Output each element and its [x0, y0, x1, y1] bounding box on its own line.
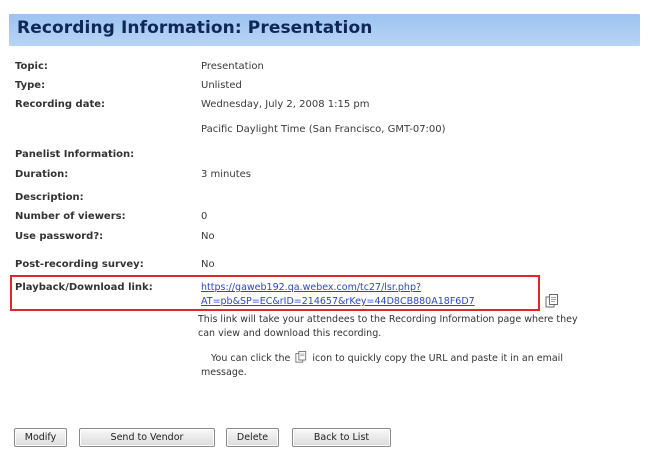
use-password-value: No	[201, 231, 215, 242]
page-title: Recording Information: Presentation	[17, 18, 373, 38]
viewers-label: Number of viewers:	[15, 211, 126, 222]
topic-row: Topic: Presentation	[15, 60, 645, 78]
copy-icon-inline	[295, 351, 307, 363]
panelist-info-label: Panelist Information:	[15, 149, 135, 160]
modify-button[interactable]: Modify	[14, 428, 67, 447]
use-password-label: Use password?:	[15, 231, 104, 242]
description-label: Description:	[15, 192, 84, 203]
recording-date-value: Wednesday, July 2, 2008 1:15 pm	[201, 99, 370, 110]
playback-link-line1[interactable]: https://gaweb192.qa.webex.com/tc27/lsr.p…	[201, 281, 421, 294]
viewers-value: 0	[201, 211, 208, 222]
topic-label: Topic:	[15, 61, 48, 72]
duration-label: Duration:	[15, 169, 69, 180]
recording-date-row: Recording date: Wednesday, July 2, 2008 …	[15, 98, 645, 116]
page-header: Recording Information: Presentation	[9, 14, 640, 46]
info-text-line2: can view and download this recording.	[198, 328, 382, 339]
copy-tip-line1: You can click the icon to quickly copy t…	[211, 351, 563, 365]
playback-link-line2[interactable]: AT=pb&SP=EC&rID=214657&rKey=44D8CB880A18…	[201, 295, 475, 308]
recording-date-label: Recording date:	[15, 99, 106, 110]
copy-url-icon[interactable]	[545, 294, 559, 308]
panelist-info-row: Panelist Information:	[15, 148, 645, 166]
duration-row: Duration: 3 minutes	[15, 168, 645, 186]
copy-tip-after: icon to quickly copy the URL and paste i…	[312, 353, 563, 364]
type-label: Type:	[15, 80, 46, 91]
recording-timezone-value: Pacific Daylight Time (San Francisco, GM…	[201, 124, 446, 135]
info-text-line1: This link will take your attendees to th…	[198, 314, 578, 325]
back-to-list-button[interactable]: Back to List	[292, 428, 391, 447]
post-survey-row: Post-recording survey: No	[15, 258, 645, 276]
recording-info-page: Recording Information: Presentation Topi…	[0, 0, 649, 455]
post-survey-value: No	[201, 259, 215, 270]
topic-value: Presentation	[201, 61, 264, 72]
use-password-row: Use password?: No	[15, 230, 645, 248]
duration-value: 3 minutes	[201, 169, 252, 180]
post-survey-label: Post-recording survey:	[15, 259, 144, 270]
copy-tip-before: You can click the	[211, 353, 291, 364]
copy-tip-line2: message.	[201, 367, 247, 378]
recording-timezone-row: Pacific Daylight Time (San Francisco, GM…	[15, 123, 645, 141]
type-row: Type: Unlisted	[15, 79, 645, 97]
playback-label: Playback/Download link:	[15, 282, 153, 293]
type-value: Unlisted	[201, 80, 242, 91]
delete-button[interactable]: Delete	[226, 428, 279, 447]
send-to-vendor-button[interactable]: Send to Vendor	[79, 428, 215, 447]
description-row: Description:	[15, 191, 645, 209]
viewers-row: Number of viewers: 0	[15, 210, 645, 228]
